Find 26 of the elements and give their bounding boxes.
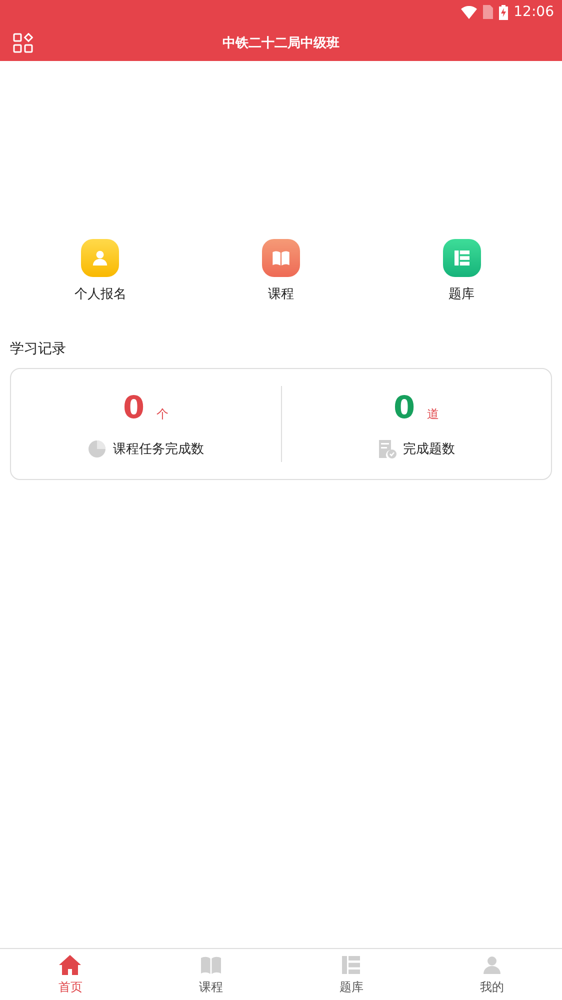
checked-sheet-icon — [378, 440, 397, 458]
person-icon[interactable] — [81, 239, 120, 277]
stat-value: 0 — [122, 390, 145, 426]
stat-unit: 个 — [156, 406, 169, 422]
tab[interactable]: 题库 — [281, 949, 422, 1000]
list-icon[interactable] — [442, 239, 481, 277]
stat-label: 课程任务完成数 — [112, 441, 204, 458]
sim-icon — [482, 5, 493, 19]
tab[interactable]: 我的 — [422, 949, 562, 1000]
home-icon — [58, 953, 82, 977]
tab[interactable]: 课程 — [140, 949, 281, 1000]
shortcut-label[interactable]: 课程 — [268, 285, 294, 303]
stat-label: 完成题数 — [402, 441, 455, 458]
section-title: 学习记录 — [10, 340, 66, 358]
status-time: 12:06 — [514, 4, 554, 20]
wifi-icon — [460, 6, 477, 18]
tab[interactable]: 首页 — [0, 949, 140, 1000]
book-icon[interactable] — [262, 239, 300, 277]
apps-icon[interactable] — [13, 32, 33, 52]
shortcut-label[interactable]: 题库 — [448, 285, 475, 303]
shortcut-label[interactable]: 个人报名 — [74, 285, 126, 303]
battery-icon — [498, 4, 508, 20]
stat-unit: 道 — [427, 406, 440, 422]
page-title: 中铁二十二局中级班 — [222, 36, 340, 50]
stat-value: 0 — [393, 390, 416, 426]
pie-chart-icon — [88, 440, 107, 458]
